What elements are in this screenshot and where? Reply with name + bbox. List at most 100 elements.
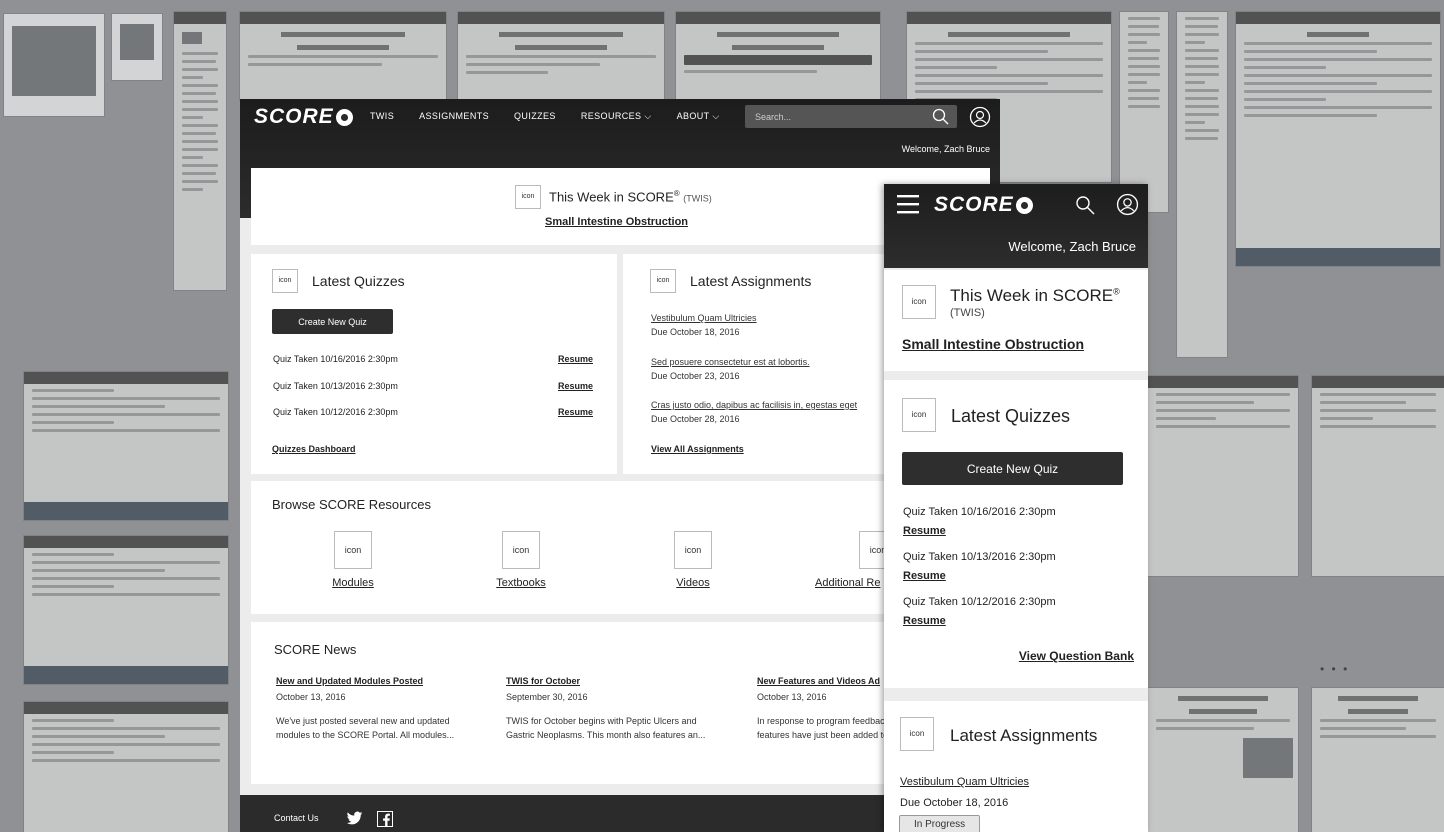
resume-link[interactable]: Resume bbox=[558, 407, 593, 417]
quiz-row: Quiz Taken 10/12/2016 2:30pm Resume bbox=[903, 596, 1056, 627]
quiz-label: Quiz Taken 10/12/2016 2:30pm bbox=[903, 596, 1056, 608]
twis-topic-link[interactable]: Small Intestine Obstruction bbox=[902, 336, 1084, 352]
score-news-card: SCORE News New and Updated Modules Poste… bbox=[251, 622, 990, 784]
news-title-link[interactable]: TWIS for October bbox=[506, 676, 726, 686]
resource-label[interactable]: Textbooks bbox=[481, 577, 561, 589]
news-title-link[interactable]: New and Updated Modules Posted bbox=[276, 676, 486, 686]
twitter-icon[interactable] bbox=[346, 811, 363, 826]
twis-icon: icon bbox=[902, 285, 936, 319]
news-date: September 30, 2016 bbox=[506, 692, 588, 702]
resume-link[interactable]: Resume bbox=[558, 354, 593, 364]
news-date: October 13, 2016 bbox=[276, 692, 346, 702]
welcome-message: Welcome, Zach Bruce bbox=[901, 144, 990, 154]
nav-twis[interactable]: TWIS bbox=[370, 111, 394, 122]
create-new-quiz-button[interactable]: Create New Quiz bbox=[272, 309, 393, 334]
assignment-title-link[interactable]: Sed posuere consectetur est at lobortis. bbox=[651, 357, 810, 367]
news-date: October 13, 2016 bbox=[757, 692, 827, 702]
resume-link[interactable]: Resume bbox=[903, 615, 1056, 627]
resource-modules[interactable]: icon Modules bbox=[323, 531, 383, 589]
quiz-label: Quiz Taken 10/16/2016 2:30pm bbox=[273, 354, 398, 364]
twis-card: icon This Week in SCORE® (TWIS) Small In… bbox=[251, 168, 990, 245]
quiz-row: Quiz Taken 10/12/2016 2:30pm Resume bbox=[273, 407, 593, 417]
resume-link[interactable]: Resume bbox=[903, 525, 1056, 537]
assignments-heading: Latest Assignments bbox=[950, 726, 1098, 745]
create-new-quiz-button[interactable]: Create New Quiz bbox=[902, 452, 1123, 485]
search-box bbox=[745, 105, 957, 128]
search-icon[interactable] bbox=[1075, 195, 1095, 215]
status-badge: In Progress bbox=[899, 815, 981, 832]
news-title-link[interactable]: New Features and Videos Ad bbox=[757, 676, 897, 686]
modules-icon: icon bbox=[334, 531, 372, 569]
view-all-assignments-link[interactable]: View All Assignments bbox=[651, 444, 744, 454]
contact-us-link[interactable]: Contact Us bbox=[274, 813, 319, 823]
quiz-label: Quiz Taken 10/13/2016 2:30pm bbox=[903, 551, 1056, 563]
quiz-row: Quiz Taken 10/13/2016 2:30pm Resume bbox=[273, 381, 593, 391]
resource-label[interactable]: Modules bbox=[323, 577, 383, 589]
mobile-top-navigation: SCORE Welcome, Zach Bruce bbox=[884, 184, 1148, 268]
collage-thumb bbox=[24, 702, 228, 832]
collage-thumb bbox=[1312, 376, 1444, 576]
collage-thumb bbox=[676, 12, 880, 100]
logo-emblem-icon bbox=[1015, 196, 1033, 214]
score-logo[interactable]: SCORE bbox=[254, 105, 353, 129]
browse-resources-card: Browse SCORE Resources icon Modules icon… bbox=[251, 481, 990, 614]
facebook-icon[interactable] bbox=[377, 811, 393, 827]
news-item: TWIS for October September 30, 2016 TWIS… bbox=[506, 676, 726, 742]
view-question-bank-link[interactable]: View Question Bank bbox=[1019, 649, 1134, 663]
latest-quizzes-card: icon Latest Quizzes Create New Quiz Quiz… bbox=[884, 380, 1148, 688]
quizzes-icon: icon bbox=[272, 269, 298, 293]
welcome-message: Welcome, Zach Bruce bbox=[1008, 239, 1136, 254]
news-excerpt: TWIS for October begins with Peptic Ulce… bbox=[506, 716, 706, 740]
assignment-title-link[interactable]: Vestibulum Quam Ultricies bbox=[651, 313, 757, 323]
resource-label[interactable]: Videos bbox=[663, 577, 723, 589]
assignment-title-link[interactable]: Vestibulum Quam Ultricies bbox=[900, 776, 1029, 788]
quizzes-icon: icon bbox=[902, 398, 936, 432]
latest-quizzes-card: icon Latest Quizzes Create New Quiz Quiz… bbox=[251, 254, 617, 474]
assignment-item: Cras justo odio, dapibus ac facilisis in… bbox=[651, 400, 857, 424]
search-icon[interactable] bbox=[932, 108, 949, 125]
collage-thumb bbox=[4, 14, 104, 116]
score-logo[interactable]: SCORE bbox=[934, 193, 1033, 217]
twis-title: This Week in SCORE® bbox=[950, 286, 1120, 305]
collage-thumb bbox=[1312, 688, 1444, 832]
quiz-label: Quiz Taken 10/12/2016 2:30pm bbox=[273, 407, 398, 417]
assignments-heading: Latest Assignments bbox=[690, 273, 812, 289]
news-heading: SCORE News bbox=[274, 642, 357, 657]
nav-assignments[interactable]: ASSIGNMENTS bbox=[419, 111, 489, 122]
mobile-homepage-mockup: SCORE Welcome, Zach Bruce icon This Week… bbox=[884, 184, 1148, 832]
quiz-row: Quiz Taken 10/16/2016 2:30pm Resume bbox=[273, 354, 593, 364]
assignments-icon: icon bbox=[650, 269, 676, 293]
collage-thumb bbox=[1148, 376, 1298, 576]
news-item: New and Updated Modules Posted October 1… bbox=[276, 676, 486, 742]
nav-links: TWIS ASSIGNMENTS QUIZZES RESOURCES ⌵ ABO… bbox=[370, 111, 745, 122]
assignment-item: Sed posuere consectetur est at lobortis.… bbox=[651, 357, 810, 381]
hamburger-menu-icon[interactable] bbox=[897, 194, 919, 214]
latest-assignments-card: icon Latest Assignments Vestibulum Quam … bbox=[884, 701, 1148, 832]
resource-videos[interactable]: icon Videos bbox=[663, 531, 723, 589]
collage-thumb bbox=[174, 12, 226, 290]
user-account-icon[interactable] bbox=[1116, 193, 1139, 216]
assignment-item: Vestibulum Quam Ultricies Due October 18… bbox=[651, 313, 757, 337]
twis-abbr: (TWIS) bbox=[950, 307, 985, 319]
quizzes-dashboard-link[interactable]: Quizzes Dashboard bbox=[272, 444, 356, 454]
nav-resources[interactable]: RESOURCES ⌵ bbox=[581, 111, 652, 122]
resume-link[interactable]: Resume bbox=[903, 570, 1056, 582]
search-input[interactable] bbox=[753, 111, 927, 123]
quiz-label: Quiz Taken 10/16/2016 2:30pm bbox=[903, 506, 1056, 518]
twis-topic-link[interactable]: Small Intestine Obstruction bbox=[545, 216, 688, 228]
assignment-due: Due October 23, 2016 bbox=[651, 371, 740, 381]
twis-title: This Week in SCORE® (TWIS) bbox=[549, 189, 712, 205]
assignment-title-link[interactable]: Cras justo odio, dapibus ac facilisis in… bbox=[651, 400, 857, 410]
collage-thumb bbox=[24, 372, 228, 520]
resources-heading: Browse SCORE Resources bbox=[272, 497, 431, 512]
textbooks-icon: icon bbox=[502, 531, 540, 569]
ellipsis-icon: • • • bbox=[1320, 662, 1350, 676]
assignments-icon: icon bbox=[900, 717, 934, 751]
resume-link[interactable]: Resume bbox=[558, 381, 593, 391]
collage-thumb bbox=[1120, 12, 1168, 212]
nav-about[interactable]: ABOUT ⌵ bbox=[677, 111, 720, 122]
user-account-icon[interactable] bbox=[969, 106, 991, 128]
resource-textbooks[interactable]: icon Textbooks bbox=[481, 531, 561, 589]
nav-quizzes[interactable]: QUIZZES bbox=[514, 111, 556, 122]
news-excerpt: We've just posted several new and update… bbox=[276, 716, 455, 740]
